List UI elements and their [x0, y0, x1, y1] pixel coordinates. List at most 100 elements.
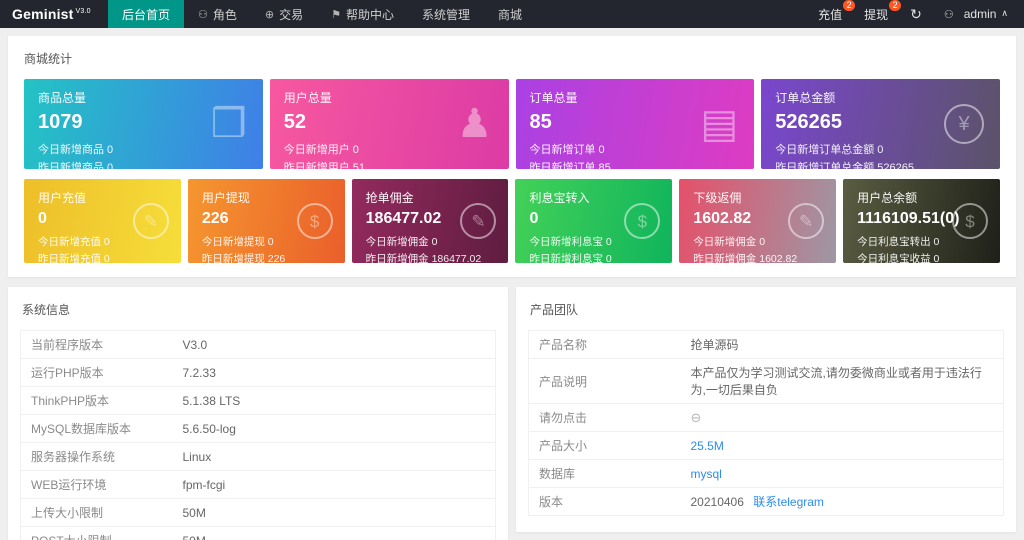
row-label: 运行PHP版本: [21, 359, 173, 387]
recharge-badge: 2: [843, 0, 855, 11]
user-menu[interactable]: ⚇ admin ∧: [944, 7, 1008, 21]
stat-yesterday: 昨日新增提现 226: [202, 251, 331, 263]
mall-stats-panel: 商城统计 商品总量 1079 今日新增商品 0 昨日新增商品 0 ❒ 用户总量 …: [8, 36, 1016, 277]
nav-item-mall[interactable]: 商城: [484, 0, 536, 28]
row-value: V3.0: [173, 331, 496, 359]
stat-today: 今日新增订单总金额 0: [775, 141, 986, 157]
small-stat-cards-row: 用户充值 0 今日新增充值 0 昨日新增充值 0 ✎ 用户提现 226 今日新增…: [24, 179, 1000, 263]
product-team-panel: 产品团队 产品名称 抢单源码 产品说明 本产品仅为学习测试交流,请勿委微商业或者…: [516, 287, 1016, 532]
flag-icon: ⚑: [331, 8, 341, 21]
table-row: 运行PHP版本 7.2.33: [21, 359, 496, 387]
stat-yesterday: 昨日新增佣金 1602.82: [693, 251, 822, 263]
system-info-panel: 系统信息 当前程序版本 V3.0 运行PHP版本 7.2.33 ThinkPHP…: [8, 287, 508, 540]
nav-item-system-manage[interactable]: 系统管理: [408, 0, 484, 28]
table-row: 上传大小限制 50M: [21, 499, 496, 527]
stat-card-order-amount-total: 订单总金额 526265 今日新增订单总金额 0 昨日新增订单总金额 52626…: [761, 79, 1000, 169]
stat-yesterday: 昨日新增订单总金额 526265: [775, 159, 986, 169]
nav-item-help-center[interactable]: ⚑ 帮助中心: [317, 0, 408, 28]
main-nav: 后台首页 ⚇ 角色 ⊕ 交易 ⚑ 帮助中心 系统管理 商城: [108, 0, 536, 28]
dollar-circle-icon: $: [624, 203, 660, 239]
big-stat-cards-row: 商品总量 1079 今日新增商品 0 昨日新增商品 0 ❒ 用户总量 52 今日…: [24, 79, 1000, 169]
nav-label: 后台首页: [122, 6, 170, 23]
nav-label: 交易: [279, 6, 303, 23]
row-label: 上传大小限制: [21, 499, 173, 527]
table-row: WEB运行环境 fpm-fcgi: [21, 471, 496, 499]
recharge-link[interactable]: 充值 2: [818, 6, 842, 23]
stat-card-user-withdraw: 用户提现 226 今日新增提现 0 昨日新增提现 226 $: [188, 179, 345, 263]
stat-card-sub-rebate: 下级返佣 1602.82 今日新增佣金 0 昨日新增佣金 1602.82 ✎: [679, 179, 836, 263]
edit-icon: ✎: [133, 203, 169, 239]
nav-item-dashboard[interactable]: 后台首页: [108, 0, 184, 28]
page-body: 商城统计 商品总量 1079 今日新增商品 0 昨日新增商品 0 ❒ 用户总量 …: [0, 28, 1024, 540]
product-team-title: 产品团队: [528, 301, 1004, 318]
row-value: Linux: [173, 443, 496, 471]
stat-title: 订单总金额: [775, 89, 986, 106]
stat-yesterday: 昨日新增佣金 186477.02: [366, 251, 495, 263]
withdraw-link[interactable]: 提现 2: [864, 6, 888, 23]
person-silhouette-icon: ♟: [457, 104, 493, 144]
table-row: MySQL数据库版本 5.6.50-log: [21, 415, 496, 443]
row-label: 数据库: [529, 460, 681, 488]
row-value: 50M: [173, 527, 496, 540]
stat-yesterday: 昨日新增用户 51: [284, 159, 495, 169]
system-info-title: 系统信息: [20, 301, 496, 318]
version-value: 20210406: [691, 495, 744, 509]
row-label: WEB运行环境: [21, 471, 173, 499]
logo-version: V3.0: [76, 8, 91, 15]
stat-card-grab-commission: 抢单佣金 186477.02 今日新增佣金 0 昨日新增佣金 186477.02…: [352, 179, 509, 263]
topbar: Geminist V3.0 后台首页 ⚇ 角色 ⊕ 交易 ⚑ 帮助中心 系统管理…: [0, 0, 1024, 28]
table-row: ThinkPHP版本 5.1.38 LTS: [21, 387, 496, 415]
database-link[interactable]: mysql: [691, 467, 722, 481]
stat-yesterday: 今日利息宝收益 0: [857, 251, 986, 263]
row-label: ThinkPHP版本: [21, 387, 173, 415]
nav-label: 商城: [498, 6, 522, 23]
product-size-link[interactable]: 25.5M: [691, 439, 724, 453]
stat-yesterday: 昨日新增订单 85: [530, 159, 741, 169]
app-logo[interactable]: Geminist V3.0: [0, 0, 108, 28]
table-row: 请勿点击 ⊖: [529, 404, 1004, 432]
stat-card-interest-in: 利息宝转入 0 今日新增利息宝 0 昨日新增利息宝 0 $: [515, 179, 672, 263]
row-label: 产品说明: [529, 359, 681, 404]
table-row: 产品大小 25.5M: [529, 432, 1004, 460]
row-value: 5.6.50-log: [173, 415, 496, 443]
book-icon: ▤: [700, 104, 738, 144]
table-row: 产品说明 本产品仅为学习测试交流,请勿委微商业或者用于违法行为,一切后果自负: [529, 359, 1004, 404]
row-label: 产品名称: [529, 331, 681, 359]
table-row: POST大小限制 50M: [21, 527, 496, 540]
stat-yesterday: 昨日新增充值 0: [38, 251, 167, 263]
bottom-panels: 系统信息 当前程序版本 V3.0 运行PHP版本 7.2.33 ThinkPHP…: [8, 287, 1016, 540]
row-label: 产品大小: [529, 432, 681, 460]
table-row: 版本 20210406 联系telegram: [529, 488, 1004, 516]
trade-icon: ⊕: [265, 8, 274, 21]
stat-card-users-total: 用户总量 52 今日新增用户 0 昨日新增用户 51 ♟: [270, 79, 509, 169]
telegram-contact-link[interactable]: 联系telegram: [753, 495, 824, 509]
edit-icon: ✎: [460, 203, 496, 239]
row-label: 服务器操作系统: [21, 443, 173, 471]
refresh-icon[interactable]: ↻: [910, 6, 922, 23]
nav-item-trade[interactable]: ⊕ 交易: [251, 0, 317, 28]
row-label: 当前程序版本: [21, 331, 173, 359]
table-row: 数据库 mysql: [529, 460, 1004, 488]
recharge-label: 充值: [818, 8, 842, 22]
table-row: 服务器操作系统 Linux: [21, 443, 496, 471]
product-team-table: 产品名称 抢单源码 产品说明 本产品仅为学习测试交流,请勿委微商业或者用于违法行…: [528, 330, 1004, 516]
table-row: 当前程序版本 V3.0: [21, 331, 496, 359]
user-icon: ⚇: [944, 8, 954, 21]
row-label: 版本: [529, 488, 681, 516]
edit-icon: ✎: [788, 203, 824, 239]
stat-card-user-balance: 用户总余额 1116109.51(0) 今日利息宝转出 0 今日利息宝收益 0 …: [843, 179, 1000, 263]
topbar-right: 充值 2 提现 2 ↻ ⚇ admin ∧: [818, 0, 1024, 28]
stat-yesterday: 昨日新增利息宝 0: [529, 251, 658, 263]
stat-card-orders-total: 订单总量 85 今日新增订单 0 昨日新增订单 85 ▤: [516, 79, 755, 169]
layers-icon: ❒: [211, 104, 247, 144]
username: admin: [964, 7, 997, 21]
table-row: 产品名称 抢单源码: [529, 331, 1004, 359]
caret-up-icon: ∧: [1001, 8, 1008, 19]
stat-yesterday: 昨日新增商品 0: [38, 159, 249, 169]
row-label: 请勿点击: [529, 404, 681, 432]
nav-item-roles[interactable]: ⚇ 角色: [184, 0, 251, 28]
row-value: 50M: [173, 499, 496, 527]
person-icon: ⚇: [198, 8, 208, 21]
system-info-table: 当前程序版本 V3.0 运行PHP版本 7.2.33 ThinkPHP版本 5.…: [20, 330, 496, 540]
nav-label: 角色: [213, 6, 237, 23]
